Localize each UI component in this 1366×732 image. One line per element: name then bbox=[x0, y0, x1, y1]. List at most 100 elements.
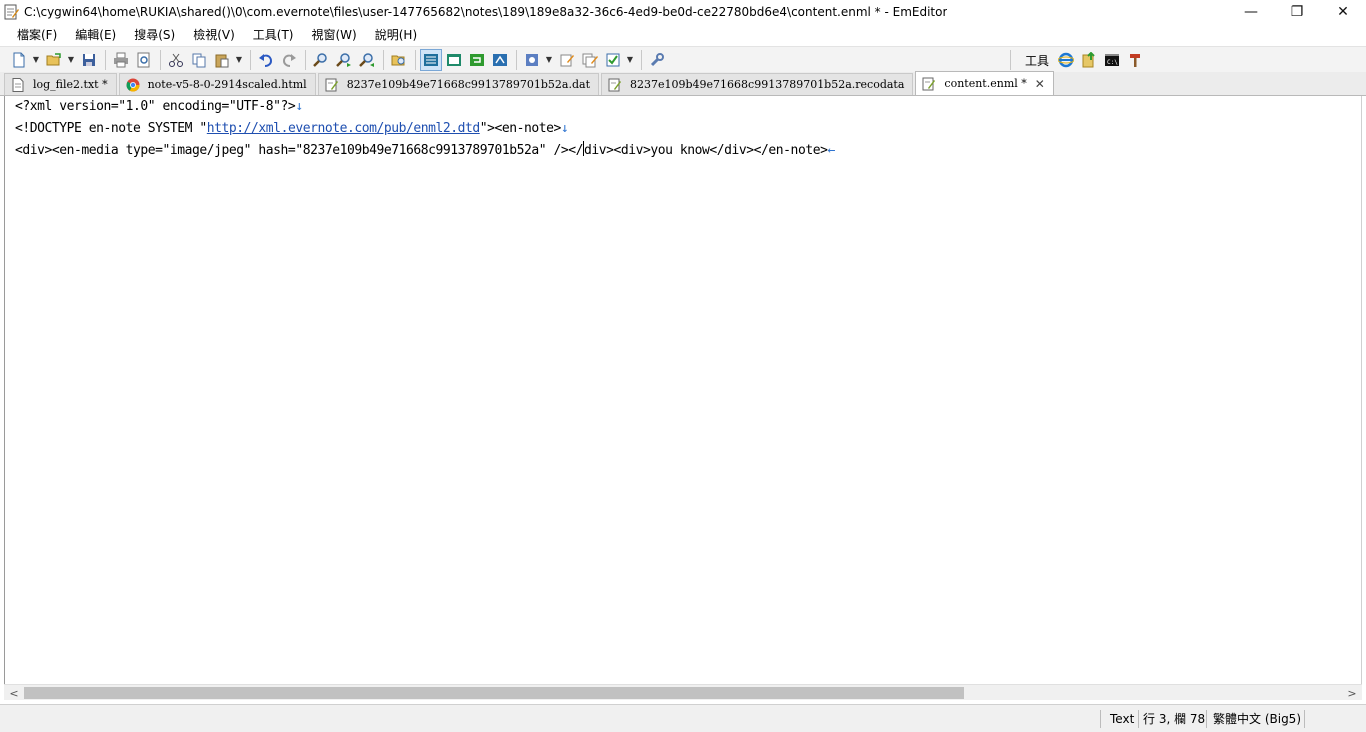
title-bar: C:\cygwin64\home\RUKIA\shared()\0\com.ev… bbox=[0, 0, 1366, 24]
toolbar-separator bbox=[1010, 50, 1011, 70]
tab-dat-file[interactable]: 8237e109b49e71668c9913789701b52a.dat bbox=[317, 73, 599, 95]
find-next-button[interactable] bbox=[333, 49, 355, 71]
wrench-icon bbox=[650, 52, 664, 66]
menu-search[interactable]: 搜尋(S) bbox=[125, 24, 184, 46]
line-text: div><div>you know</div></en-note> bbox=[584, 143, 828, 158]
toolbar-separator bbox=[383, 49, 384, 70]
print-preview-icon bbox=[137, 52, 150, 67]
find-icon bbox=[313, 52, 327, 67]
upload-button[interactable] bbox=[1078, 49, 1100, 71]
customize-button[interactable] bbox=[646, 49, 668, 71]
minimize-button[interactable]: — bbox=[1228, 0, 1274, 24]
edit-notes-icon bbox=[582, 53, 598, 67]
tab-log-file2[interactable]: log_file2.txt * bbox=[4, 73, 117, 95]
tab-note-html[interactable]: note-v5-8-0-2914scaled.html bbox=[118, 73, 316, 95]
tab-label: 8237e109b49e71668c9913789701b52a.dat bbox=[346, 78, 590, 91]
command-prompt-button[interactable]: C:\ bbox=[1101, 49, 1123, 71]
redo-button[interactable] bbox=[278, 49, 300, 71]
toolbar-separator bbox=[641, 49, 642, 70]
scroll-right-arrow[interactable]: > bbox=[1344, 685, 1360, 701]
emeditor-app-icon[interactable] bbox=[3, 4, 19, 20]
save-icon bbox=[83, 53, 95, 66]
horizontal-scrollbar[interactable]: < > bbox=[4, 684, 1362, 700]
menu-window[interactable]: 視窗(W) bbox=[303, 24, 366, 46]
open-dropdown[interactable]: ▼ bbox=[66, 49, 76, 71]
menu-tools[interactable]: 工具(T) bbox=[244, 24, 303, 46]
record-macro-button[interactable] bbox=[556, 49, 578, 71]
internet-explorer-icon bbox=[1058, 52, 1075, 68]
tools-toolbar: 工具 C:\ bbox=[1006, 47, 1147, 73]
run-macro-button[interactable] bbox=[579, 49, 601, 71]
internet-explorer-button[interactable] bbox=[1055, 49, 1077, 71]
line-text: "><en-note> bbox=[479, 121, 562, 136]
select-macro-button[interactable] bbox=[602, 49, 624, 71]
paste-button[interactable] bbox=[211, 49, 233, 71]
command-prompt-icon: C:\ bbox=[1105, 54, 1120, 66]
scroll-left-arrow[interactable]: < bbox=[6, 685, 22, 701]
window-controls: — ❐ ✕ bbox=[1228, 0, 1366, 24]
tab-label: content.enml * bbox=[944, 77, 1027, 90]
view-mode-1-button[interactable] bbox=[420, 48, 442, 71]
edit-file-icon bbox=[325, 78, 338, 91]
find-previous-button[interactable] bbox=[356, 49, 378, 71]
find-button[interactable] bbox=[310, 49, 332, 71]
edit-file-icon bbox=[922, 77, 936, 90]
open-button[interactable] bbox=[43, 49, 65, 71]
print-preview-button[interactable] bbox=[133, 49, 155, 71]
document-tabs: log_file2.txt * note-v5-8-0-2914scaled.h… bbox=[0, 71, 1366, 96]
copy-icon bbox=[192, 53, 206, 67]
edit-note-icon bbox=[560, 54, 574, 66]
macro-button[interactable] bbox=[521, 49, 543, 71]
select-macro-dropdown[interactable]: ▼ bbox=[625, 49, 635, 71]
paste-dropdown[interactable]: ▼ bbox=[234, 49, 244, 71]
status-cursor-position[interactable]: 行 3, 欄 78 bbox=[1143, 705, 1205, 732]
toolbar: ▼ ▼ ▼ ▼ ▼ 工具 C:\ bbox=[0, 46, 1366, 72]
print-button[interactable] bbox=[110, 49, 132, 71]
editor-line-2[interactable]: <!DOCTYPE en-note SYSTEM "http://xml.eve… bbox=[5, 118, 1361, 140]
editor-line-1[interactable]: <?xml version="1.0" encoding="UTF-8"?>↓ bbox=[5, 96, 1361, 118]
close-window-button[interactable]: ✕ bbox=[1320, 0, 1366, 24]
line-break-marker: ↓ bbox=[295, 99, 303, 114]
copy-button[interactable] bbox=[188, 49, 210, 71]
dtd-link[interactable]: http://xml.evernote.com/pub/enml2.dtd bbox=[207, 121, 480, 136]
external-tool-button[interactable] bbox=[1124, 49, 1146, 71]
new-file-button[interactable] bbox=[8, 49, 30, 71]
undo-button[interactable] bbox=[255, 49, 277, 71]
text-editor[interactable]: <?xml version="1.0" encoding="UTF-8"?>↓ … bbox=[4, 96, 1362, 684]
print-icon bbox=[114, 52, 128, 67]
view-mode-4-button[interactable] bbox=[489, 49, 511, 71]
menu-view[interactable]: 檢視(V) bbox=[184, 24, 244, 46]
wrap-view-icon bbox=[470, 53, 484, 66]
toolbar-separator bbox=[305, 49, 306, 70]
view-mode-2-button[interactable] bbox=[443, 49, 465, 71]
toolbar-separator bbox=[250, 49, 251, 70]
tab-content-enml[interactable]: content.enml * ✕ bbox=[915, 71, 1054, 95]
ruler-view-icon bbox=[493, 53, 507, 66]
status-separator bbox=[1206, 710, 1207, 728]
end-of-file-marker: ← bbox=[827, 143, 835, 158]
cut-button[interactable] bbox=[165, 49, 187, 71]
line-text: <!DOCTYPE en-note SYSTEM " bbox=[15, 121, 207, 136]
find-in-files-button[interactable] bbox=[388, 49, 410, 71]
line-text: <?xml version="1.0" encoding="UTF-8"?> bbox=[15, 99, 296, 114]
find-next-icon bbox=[336, 52, 351, 67]
edit-file-icon bbox=[608, 78, 621, 91]
restore-button[interactable]: ❐ bbox=[1274, 0, 1320, 24]
new-file-dropdown[interactable]: ▼ bbox=[31, 49, 41, 71]
tab-recodata-file[interactable]: 8237e109b49e71668c9913789701b52a.recodat… bbox=[601, 73, 914, 95]
menu-help[interactable]: 說明(H) bbox=[366, 24, 426, 46]
menu-bar: 檔案(F) 編輯(E) 搜尋(S) 檢視(V) 工具(T) 視窗(W) 說明(H… bbox=[0, 24, 1366, 46]
status-encoding[interactable]: 繁體中文 (Big5) bbox=[1213, 705, 1301, 732]
hammer-icon bbox=[1130, 54, 1141, 67]
scrollbar-thumb[interactable] bbox=[24, 687, 964, 699]
menu-edit[interactable]: 編輯(E) bbox=[66, 24, 125, 46]
close-tab-icon[interactable]: ✕ bbox=[1035, 77, 1045, 91]
view-mode-3-button[interactable] bbox=[466, 49, 488, 71]
save-button[interactable] bbox=[78, 49, 100, 71]
macro-dropdown[interactable]: ▼ bbox=[544, 49, 554, 71]
line-text: <div><en-media type="image/jpeg" hash="8… bbox=[15, 143, 584, 158]
menu-file[interactable]: 檔案(F) bbox=[8, 24, 66, 46]
tools-label: 工具 bbox=[1025, 53, 1050, 68]
status-mode[interactable]: Text bbox=[1110, 705, 1134, 732]
editor-line-3[interactable]: <div><en-media type="image/jpeg" hash="8… bbox=[5, 140, 1361, 162]
